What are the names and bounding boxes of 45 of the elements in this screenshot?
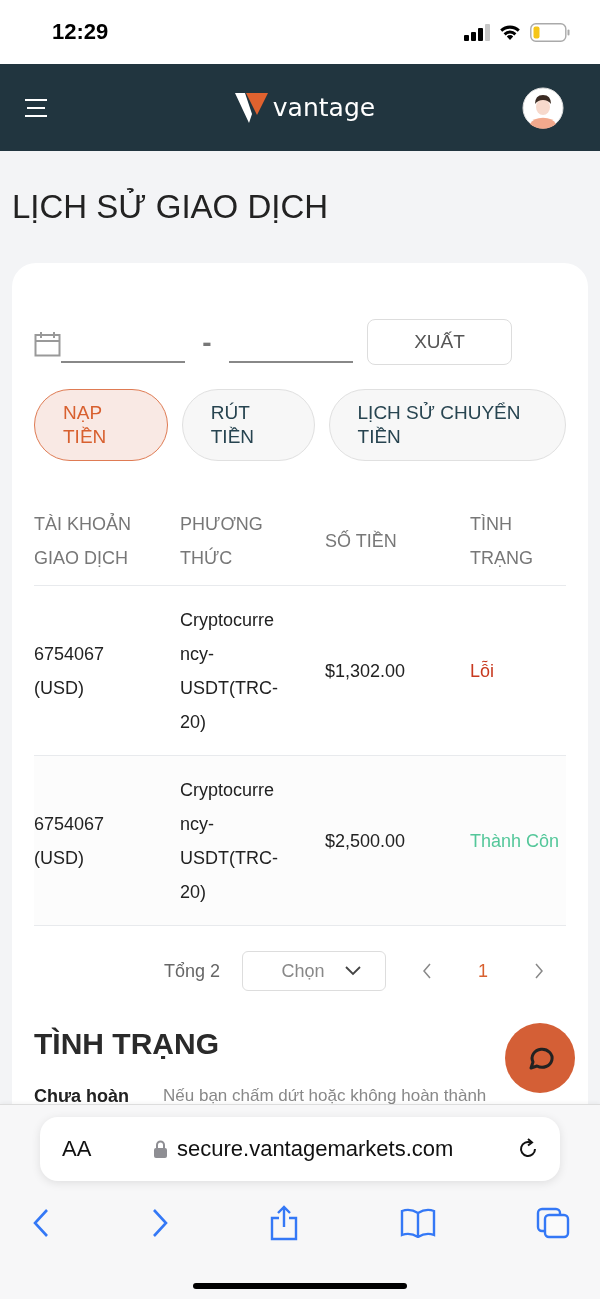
status-time: 12:29 <box>52 19 109 45</box>
tabs-icon[interactable] <box>536 1207 570 1239</box>
previous-page-icon[interactable] <box>422 963 432 979</box>
back-icon[interactable] <box>32 1208 50 1238</box>
lock-icon <box>154 1140 167 1158</box>
url-text: secure.vantagemarkets.com <box>177 1136 454 1162</box>
next-page-icon[interactable] <box>534 963 544 979</box>
logo-text: vantage <box>272 93 376 122</box>
signal-icon <box>464 23 490 41</box>
column-header: PHƯƠNG THỨC <box>180 513 264 570</box>
method-cell-text: Cryptocurrency-USDT(TRC-20) <box>180 608 279 734</box>
status-cell-text: Thành Côn <box>470 829 561 853</box>
account-cell-text: 6754067 (USD) <box>34 812 106 870</box>
total-count: Tổng 2 <box>163 960 220 982</box>
method-cell-text: Cryptocurrency-USDT(TRC-20) <box>180 778 279 904</box>
date-separator: - <box>201 327 213 359</box>
calendar-icon <box>34 331 61 357</box>
column-header: TÀI KHOẢN GIAO DỊCH <box>34 512 132 570</box>
status-cell-text: Lỗi <box>470 659 496 683</box>
export-button[interactable]: XUẤT <box>367 319 512 365</box>
tab[interactable]: LỊCH SỬ CHUYỂN TIỀN <box>328 389 566 461</box>
wifi-icon <box>498 23 522 41</box>
menu-icon[interactable] <box>24 97 48 118</box>
chat-button[interactable] <box>505 1023 575 1093</box>
tab[interactable]: RÚT TIỀN <box>181 389 315 461</box>
caret-icon <box>344 966 361 976</box>
text-size-button[interactable]: AA <box>62 1136 92 1162</box>
forward-icon[interactable] <box>150 1208 169 1238</box>
status-term: Chưa hoàn <box>34 1085 130 1104</box>
status-description: Nếu bạn chấm dứt hoặc không hoàn thành <box>163 1085 487 1104</box>
logo-mark-icon <box>234 91 269 124</box>
address-bar[interactable]: AA secure.vantagemarkets.com <box>40 1117 560 1181</box>
amount-cell-text: $1,302.00 <box>325 659 407 683</box>
account-cell-text: 6754067 (USD) <box>34 642 106 700</box>
battery-icon <box>530 22 570 42</box>
share-icon[interactable] <box>269 1205 299 1241</box>
book-icon[interactable] <box>399 1208 436 1238</box>
column-header: SỐ TIỀN <box>325 529 398 553</box>
page-title: LỊCH SỬ GIAO DỊCH <box>12 187 330 227</box>
section-title: TÌNH TRẠNG <box>34 1026 220 1062</box>
page-number[interactable]: 1 <box>478 960 488 982</box>
page-size-select[interactable]: Chọn <box>242 951 386 991</box>
amount-cell-text: $2,500.00 <box>325 829 407 853</box>
column-header: TÌNH TRẠNG <box>470 513 534 570</box>
avatar-icon[interactable] <box>522 86 564 129</box>
